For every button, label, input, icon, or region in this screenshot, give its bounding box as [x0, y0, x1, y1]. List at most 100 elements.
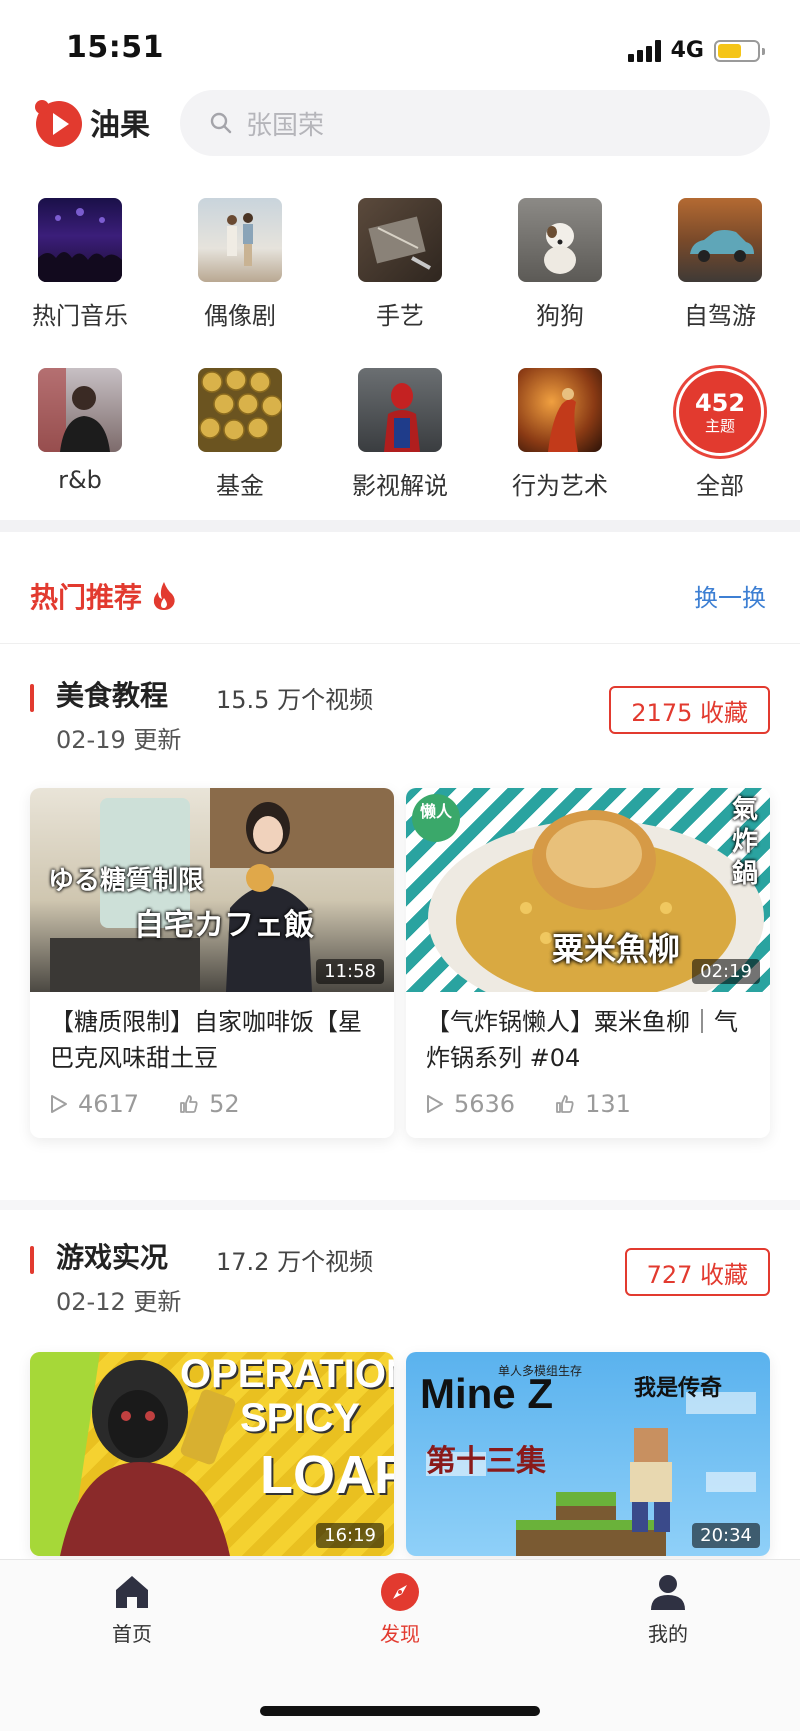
refresh-button[interactable]: 换一换	[694, 578, 766, 613]
like-count: 131	[555, 1090, 631, 1118]
topic-total-unit: 主题	[704, 417, 735, 435]
play-count-value: 5636	[454, 1090, 516, 1118]
like-count: 52	[179, 1090, 240, 1118]
coins-thumbnail	[198, 368, 282, 452]
spiderman-thumbnail	[358, 368, 442, 452]
app-header: 油果 张国荣	[0, 88, 800, 178]
category-item[interactable]: 偶像剧	[160, 198, 320, 331]
video-duration: 20:34	[692, 1523, 760, 1548]
signal-icon	[627, 39, 661, 62]
dog-thumbnail	[518, 198, 602, 282]
singer-thumbnail	[38, 368, 122, 452]
search-placeholder: 张国荣	[246, 110, 325, 141]
status-indicators: 4G	[627, 38, 765, 63]
topic-accent-bar	[30, 1246, 34, 1274]
favorite-button[interactable]: 727 收藏	[624, 1248, 770, 1296]
category-label: 行为艺术	[512, 472, 608, 500]
hot-title-text: 热门推荐	[30, 581, 143, 614]
category-label: 全部	[696, 472, 744, 500]
home-icon	[116, 1576, 148, 1608]
topic-video-count: 15.5 万个视频	[216, 686, 374, 714]
category-item[interactable]: 狗狗	[480, 198, 640, 331]
category-all[interactable]: 452 主题 全部	[640, 368, 800, 501]
play-icon	[427, 1095, 443, 1113]
topic-name[interactable]: 游戏实况	[56, 1236, 168, 1276]
nav-home[interactable]: 首页	[52, 1572, 212, 1647]
hot-recommend-header: 热门推荐 换一换	[0, 532, 800, 644]
play-count: 5636	[426, 1090, 515, 1118]
video-card[interactable]: ゆる糖質制限 自宅カフェ飯 11:58 【糖质限制】自家咖啡饭【星巴克风味甜土豆…	[30, 788, 394, 1138]
nav-label: 发现	[380, 1622, 420, 1646]
hot-recommend-title: 热门推荐	[30, 576, 176, 616]
category-item[interactable]: 基金	[160, 368, 320, 501]
category-label: 自驾游	[684, 302, 756, 330]
thumbnail-overlay-text: OPERATION	[180, 1352, 394, 1396]
category-label: 影视解说	[352, 472, 448, 500]
concert-thumbnail	[38, 198, 122, 282]
category-item[interactable]: 影视解说	[320, 368, 480, 501]
thumbs-up-icon	[556, 1095, 574, 1113]
home-indicator	[260, 1706, 540, 1716]
topic-accent-bar	[30, 684, 34, 712]
nav-label: 首页	[112, 1622, 152, 1646]
network-label: 4G	[670, 38, 704, 63]
thumbnail-overlay-text: LOAF	[260, 1445, 394, 1505]
app-logo[interactable]: 油果	[30, 95, 150, 149]
category-item[interactable]: 行为艺术	[480, 368, 640, 501]
topic-block: 游戏实况 17.2 万个视频 02-12 更新 727 收藏 OPERATION…	[0, 1220, 800, 1560]
thumbnail-overlay-text: 我是传奇	[634, 1376, 723, 1401]
nav-profile[interactable]: 我的	[588, 1572, 748, 1647]
video-duration: 16:19	[316, 1523, 384, 1548]
nav-discover[interactable]: 发现	[320, 1572, 480, 1647]
bottom-navigation: 首页 发现 我的	[0, 1559, 800, 1731]
topic-name[interactable]: 美食教程	[56, 674, 168, 714]
battery-icon	[714, 39, 765, 62]
compass-icon	[381, 1573, 419, 1611]
thumbnail-overlay-text: 懒人	[420, 802, 453, 821]
topic-video-count: 17.2 万个视频	[216, 1248, 374, 1276]
thumbnail-overlay-text: 第十三集	[426, 1444, 546, 1479]
category-item[interactable]: 自驾游	[640, 198, 800, 331]
video-stats: 5636 131	[406, 1076, 770, 1138]
thumbs-up-icon	[180, 1095, 198, 1113]
thumbnail-overlay-text: Mine Z	[420, 1370, 553, 1417]
search-input[interactable]: 张国荣	[180, 90, 770, 156]
craft-thumbnail	[358, 198, 442, 282]
play-count-value: 4617	[78, 1090, 140, 1118]
category-label: 热门音乐	[32, 302, 128, 330]
video-stats: 4617 52	[30, 1076, 394, 1138]
category-item[interactable]: r&b	[0, 368, 160, 494]
section-divider	[0, 520, 800, 532]
category-grid: 热门音乐 偶像剧 手艺 狗狗 自驾游 r&b 基金 影视解说 行为艺术 452 …	[0, 198, 800, 508]
search-icon	[210, 112, 232, 134]
thumbnail-overlay-text: 氣炸鍋	[731, 795, 758, 889]
video-card[interactable]: 单人多模组生存 Mine Z 我是传奇 第十三集 20:34	[406, 1352, 770, 1556]
logo-play-icon	[35, 100, 82, 147]
video-duration: 02:19	[692, 959, 760, 984]
category-item[interactable]: 热门音乐	[0, 198, 160, 331]
topic-divider	[0, 1200, 800, 1210]
category-label: 偶像剧	[204, 302, 276, 330]
category-item[interactable]: 手艺	[320, 198, 480, 331]
thumbnail-overlay-text: 自宅カフェ飯	[134, 908, 314, 943]
video-card[interactable]: 懒人 氣炸鍋 粟米魚柳 02:19 【气炸锅懒人】粟米鱼柳｜气炸锅系列 #04 …	[406, 788, 770, 1138]
thumbnail-overlay-text: SPICY	[240, 1396, 361, 1440]
flame-icon	[153, 582, 175, 610]
topic-block: 美食教程 15.5 万个视频 02-19 更新 2175 收藏 ゆる糖質制限 自…	[0, 658, 800, 1158]
play-icon	[51, 1095, 67, 1113]
topic-updated: 02-12 更新	[56, 1288, 182, 1316]
all-topics-badge: 452 主题	[676, 368, 764, 456]
status-bar: 15:51 4G	[0, 0, 800, 88]
thumbnail-overlay-text: ゆる糖質制限	[48, 866, 205, 896]
favorite-button[interactable]: 2175 收藏	[609, 686, 770, 734]
status-time: 15:51	[66, 30, 164, 65]
video-duration: 11:58	[316, 959, 384, 984]
video-title: 【气炸锅懒人】粟米鱼柳｜气炸锅系列 #04	[426, 1008, 738, 1072]
thumbnail-overlay-text: 粟米魚柳	[552, 930, 681, 968]
video-title: 【糖质限制】自家咖啡饭【星巴克风味甜土豆	[50, 1008, 362, 1072]
video-card[interactable]: OPERATION SPICY LOAF 16:19	[30, 1352, 394, 1556]
app-name: 油果	[90, 108, 150, 143]
topic-total: 452	[694, 389, 746, 417]
like-count-value: 131	[585, 1090, 631, 1118]
car-thumbnail	[678, 198, 762, 282]
